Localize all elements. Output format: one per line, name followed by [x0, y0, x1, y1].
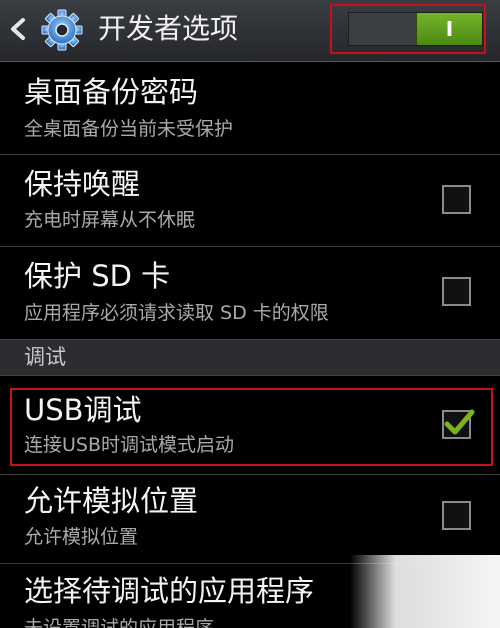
gear-icon: [40, 8, 84, 52]
list-item-title: 选择待调试的应用程序: [24, 574, 315, 608]
list-item-title: 保护 SD 卡: [24, 259, 171, 293]
protect-sd-card-checkbox[interactable]: [442, 277, 471, 306]
list-item-desktop-backup-password[interactable]: 桌面备份密码 全桌面备份当前未受保护: [0, 62, 500, 154]
toggle-on-label: I: [445, 17, 454, 41]
list-item-title: 允许模拟位置: [24, 484, 199, 518]
developer-options-toggle[interactable]: I: [348, 12, 483, 46]
list-item-subtitle: 全桌面备份当前未受保护: [24, 118, 234, 140]
chevron-left-icon: [11, 18, 25, 40]
list-item-stay-awake[interactable]: 保持唤醒 充电时屏幕从不休眠: [0, 155, 500, 246]
list-item-title: 保持唤醒: [24, 167, 141, 201]
list-item-subtitle: 充电时屏幕从不休眠: [24, 209, 196, 231]
list-item-allow-mock-locations[interactable]: 允许模拟位置 允许模拟位置: [0, 475, 500, 563]
list-item-protect-sd-card[interactable]: 保护 SD 卡 应用程序必须请求读取 SD 卡的权限: [0, 247, 500, 339]
list-item-subtitle: 未设置调试的应用程序: [24, 617, 215, 628]
list-item-title: 桌面备份密码: [24, 75, 199, 109]
page-title: 开发者选项: [98, 12, 239, 45]
toggle-knob[interactable]: I: [416, 13, 482, 45]
section-label: 调试: [24, 345, 66, 369]
usb-debugging-highlight-box: [10, 388, 493, 466]
list-item-subtitle: 允许模拟位置: [24, 526, 139, 548]
watermark-overlay: [350, 555, 500, 628]
stay-awake-checkbox[interactable]: [442, 185, 471, 214]
list-item-subtitle: 应用程序必须请求读取 SD 卡的权限: [24, 302, 329, 324]
allow-mock-locations-checkbox[interactable]: [442, 501, 471, 530]
section-header-debug: 调试: [0, 339, 500, 376]
developer-options-screen: 开发者选项 I 桌面备份密码 全桌面备份当前未受保护 保持唤醒 充电时屏幕从不休…: [0, 0, 500, 628]
title-bar: 开发者选项 I: [0, 0, 500, 62]
back-button[interactable]: [8, 14, 28, 44]
